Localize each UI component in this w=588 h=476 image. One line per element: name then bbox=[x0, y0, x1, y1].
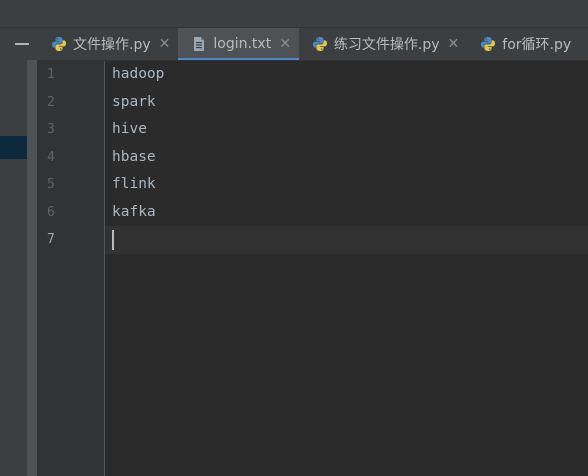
close-icon[interactable]: ✕ bbox=[279, 37, 291, 51]
current-line-highlight bbox=[105, 226, 588, 254]
project-panel bbox=[0, 28, 38, 476]
tab-for-loop[interactable]: for循环.py bbox=[467, 28, 579, 60]
code-line[interactable]: flink bbox=[112, 171, 156, 199]
tab-file-operations[interactable]: 文件操作.py ✕ bbox=[38, 28, 178, 60]
line-number: 3 bbox=[47, 122, 55, 137]
project-panel-header bbox=[0, 28, 38, 60]
line-number: 1 bbox=[47, 67, 55, 82]
project-tree-selected-item[interactable] bbox=[0, 136, 27, 159]
tab-label: for循环.py bbox=[502, 37, 572, 53]
tab-label: 文件操作.py bbox=[73, 37, 151, 53]
tab-practice-file-operations[interactable]: 练习文件操作.py ✕ bbox=[299, 28, 467, 60]
line-number-gutter: 1 2 3 4 5 6 7 bbox=[38, 61, 105, 476]
line-number: 2 bbox=[47, 94, 55, 110]
code-editor[interactable]: hadoop spark hive hbase flink kafka bbox=[105, 61, 588, 476]
code-line[interactable]: hbase bbox=[112, 144, 156, 172]
close-icon[interactable]: ✕ bbox=[448, 37, 460, 51]
ide-window: 文件操作.py ✕ login.txt ✕ 练习文件操作.py ✕ for循环.… bbox=[0, 0, 588, 476]
text-file-icon bbox=[194, 37, 205, 51]
code-line[interactable]: hadoop bbox=[112, 61, 164, 89]
close-icon[interactable]: ✕ bbox=[159, 37, 171, 51]
code-line[interactable]: kafka bbox=[112, 199, 156, 227]
tab-label: 练习文件操作.py bbox=[333, 37, 440, 53]
python-file-icon bbox=[52, 37, 66, 51]
python-file-icon bbox=[481, 37, 496, 51]
tab-label: login.txt bbox=[213, 36, 272, 52]
editor-tab-bar: 文件操作.py ✕ login.txt ✕ 练习文件操作.py ✕ for循环.… bbox=[38, 28, 588, 61]
code-line[interactable]: spark bbox=[112, 89, 156, 117]
line-number-current: 7 bbox=[47, 232, 55, 247]
line-number: 4 bbox=[47, 149, 55, 165]
python-file-icon bbox=[312, 37, 327, 51]
line-number: 5 bbox=[47, 177, 55, 192]
text-caret bbox=[112, 230, 114, 250]
tab-login-txt[interactable]: login.txt ✕ bbox=[178, 28, 299, 60]
line-number: 6 bbox=[47, 204, 55, 220]
minimize-icon[interactable] bbox=[15, 43, 29, 45]
code-line[interactable]: hive bbox=[112, 116, 147, 144]
top-toolbar-strip bbox=[0, 0, 588, 28]
